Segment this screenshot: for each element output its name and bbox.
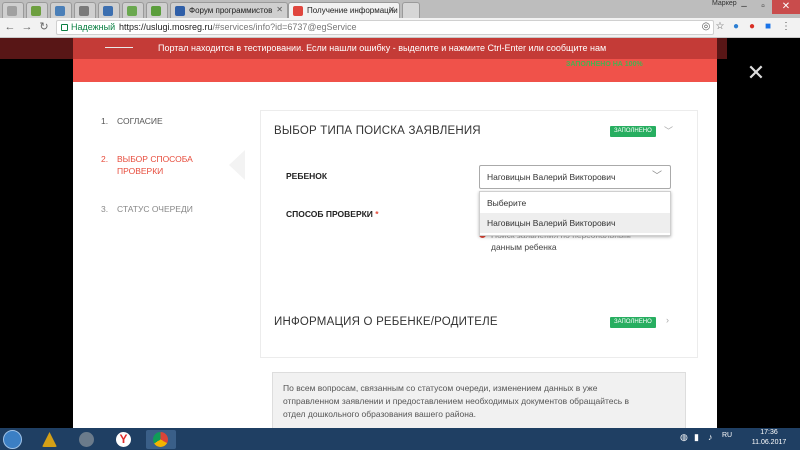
tray-icon[interactable]: ◍ [680, 432, 688, 443]
screen: Форум программистов ✕ Получение информац… [0, 0, 800, 450]
tab-close-icon[interactable]: ✕ [276, 5, 283, 14]
clock-date: 11.06.2017 [751, 439, 787, 446]
chrome-icon [153, 432, 168, 447]
step-consent[interactable]: 1. СОГЛАСИЕ [101, 116, 163, 126]
filled-badge: ЗАПОЛНЕНО [610, 126, 656, 137]
lock-icon [61, 24, 68, 31]
child-select-value: Наговицын Валерий Викторович [487, 172, 616, 182]
chevron-down-icon: ﹀ [652, 171, 662, 182]
tab-title: Форум программистов [189, 6, 273, 15]
taskbar-app[interactable]: Y [109, 430, 139, 449]
app-triangle-icon [42, 432, 57, 447]
url-host: https://uslugi.mosreg.ru [119, 22, 213, 32]
section-child-parent-title[interactable]: ИНФОРМАЦИЯ О РЕБЕНКЕ/РОДИТЕЛЕ [274, 316, 498, 328]
taskbar-app[interactable] [72, 430, 102, 449]
game-icon [79, 432, 94, 447]
start-button[interactable] [3, 430, 22, 449]
chevron-down-icon[interactable]: ﹀ [664, 124, 673, 137]
browser-tab[interactable] [122, 2, 144, 18]
extension-icon[interactable]: ● [746, 21, 758, 33]
browser-tab[interactable] [50, 2, 72, 18]
radio-option-text-line2: данным ребенка [491, 242, 557, 252]
info-text-line: отправленном заявлении и предоставлением… [283, 396, 630, 406]
banner-divider [105, 47, 133, 48]
yandex-browser-icon: Y [116, 432, 131, 447]
browser-tab[interactable] [146, 2, 168, 18]
generic-tab-icon [31, 6, 41, 16]
user-label: Маркер [712, 0, 737, 7]
window-close-icon[interactable]: ✕ [772, 0, 800, 14]
child-label: РЕБЕНОК [286, 171, 328, 181]
address-bar[interactable]: Надежный https://uslugi.mosreg.ru/#servi… [56, 20, 714, 35]
windows-taskbar: Y ◍ ▮ ♪ RU 17:36 11.06.2017 [0, 428, 800, 450]
generic-tab-icon [151, 6, 161, 16]
step-method-line2: ПРОВЕРКИ [117, 166, 164, 176]
taskbar-app-active[interactable] [146, 430, 176, 449]
tab-close-icon[interactable]: ✕ [388, 5, 395, 14]
clock-time: 17:36 [760, 429, 778, 436]
clock[interactable]: 17:36 11.06.2017 [744, 428, 794, 448]
taskbar-app[interactable] [35, 430, 65, 449]
target-icon[interactable]: ◎ [700, 21, 712, 33]
method-label-text: СПОСОБ ПРОВЕРКИ [286, 209, 373, 219]
info-text-line: По всем вопросам, связанным со статусом … [283, 383, 598, 393]
generic-tab-icon [55, 6, 65, 16]
section-search-type-title[interactable]: ВЫБОР ТИПА ПОИСКА ЗАЯВЛЕНИЯ [274, 125, 481, 137]
language-indicator[interactable]: RU [722, 432, 732, 439]
maximize-icon[interactable]: ▫ [753, 0, 773, 14]
progress-label: ЗАПОЛНЕНО НА 100% [566, 61, 643, 68]
browser-toolbar: ← → ↻ Надежный https://uslugi.mosreg.ru/… [0, 18, 800, 38]
browser-tab-forum[interactable]: Форум программистов ✕ [170, 2, 288, 18]
gosuslugi-icon [293, 6, 303, 16]
step-method[interactable]: 2. ВЫБОР СПОСОБА [101, 154, 193, 164]
minimize-icon[interactable]: – [734, 0, 754, 14]
browser-tab-strip: Форум программистов ✕ Получение информац… [0, 0, 800, 18]
generic-tab-icon [127, 6, 137, 16]
forward-icon[interactable]: → [20, 20, 34, 34]
reload-icon[interactable]: ↻ [37, 20, 51, 34]
required-mark: * [375, 209, 379, 219]
step-label: ВЫБОР СПОСОБА [117, 154, 193, 164]
dropdown-option[interactable]: Выберите [480, 193, 670, 213]
step-number: 3. [101, 204, 109, 214]
chevron-right-icon[interactable]: › [666, 315, 669, 325]
network-icon[interactable]: ▮ [694, 432, 699, 443]
step-number: 2. [101, 154, 109, 164]
volume-icon[interactable]: ♪ [708, 432, 713, 442]
star-icon[interactable]: ☆ [714, 21, 726, 33]
extension-icon[interactable]: ● [730, 21, 742, 33]
child-select[interactable]: Наговицын Валерий Викторович ﹀ [479, 165, 671, 189]
browser-tab[interactable] [74, 2, 96, 18]
browser-tab[interactable] [26, 2, 48, 18]
tab-title: Получение информации [307, 6, 398, 15]
generic-tab-icon [7, 6, 17, 16]
browser-tab-active[interactable]: Получение информации ✕ [288, 2, 400, 18]
step-number: 1. [101, 116, 109, 126]
child-dropdown-menu: Выберите Наговицын Валерий Викторович [479, 191, 671, 236]
step-label: СТАТУС ОЧЕРЕДИ [117, 204, 193, 214]
back-icon[interactable]: ← [3, 20, 17, 34]
browser-tab[interactable] [2, 2, 24, 18]
filled-badge: ЗАПОЛНЕНО [610, 317, 656, 328]
url-text: https://uslugi.mosreg.ru/#services/info?… [119, 21, 357, 34]
method-label: СПОСОБ ПРОВЕРКИ * [286, 209, 379, 219]
menu-icon[interactable]: ⋮ [780, 21, 792, 33]
testing-banner-text: Портал находится в тестировании. Если на… [158, 43, 607, 53]
new-tab-button[interactable] [402, 2, 420, 18]
browser-tab[interactable] [98, 2, 120, 18]
generic-tab-icon [103, 6, 113, 16]
step-label: СОГЛАСИЕ [117, 116, 163, 126]
secure-label: Надежный [71, 22, 116, 32]
info-text-line: отдел дошкольного образования вашего рай… [283, 409, 476, 419]
step-queue-status[interactable]: 3. СТАТУС ОЧЕРЕДИ [101, 204, 193, 214]
url-path: /#services/info?id=6737@egService [212, 22, 357, 32]
extension-icon[interactable]: ■ [762, 21, 774, 33]
generic-tab-icon [79, 6, 89, 16]
dropdown-option-highlighted[interactable]: Наговицын Валерий Викторович [480, 213, 670, 233]
forum-icon [175, 6, 185, 16]
modal-close-icon[interactable]: ✕ [745, 62, 767, 84]
